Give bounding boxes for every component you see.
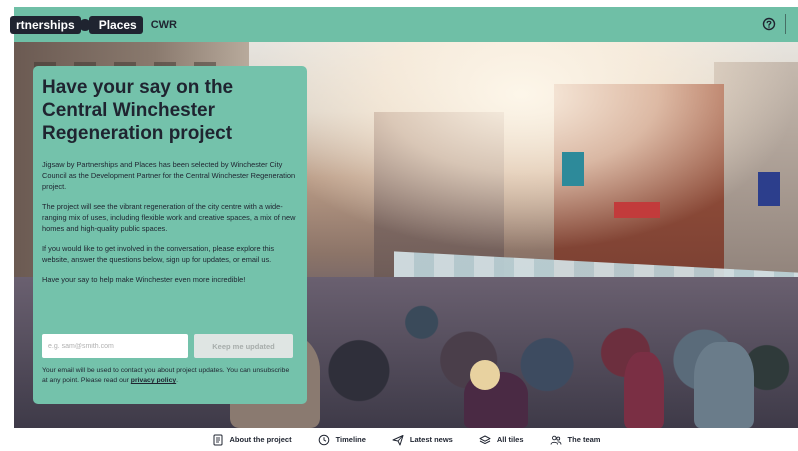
- nav-label: All tiles: [496, 435, 524, 444]
- help-circle-icon[interactable]: [762, 17, 776, 31]
- bottom-nav: About the project Timeline Latest news A…: [14, 428, 798, 451]
- layers-icon: [479, 435, 491, 444]
- privacy-notice: Your email will be used to contact you a…: [42, 366, 292, 386]
- logo-connector: [78, 18, 91, 31]
- nav-the-team[interactable]: The team: [550, 434, 601, 446]
- person: [624, 352, 664, 428]
- card-title: Have your say on the Central Winchester …: [42, 77, 234, 144]
- nav-label: The team: [567, 435, 601, 444]
- paper-plane-icon: [392, 434, 404, 445]
- person: [694, 342, 754, 428]
- nav-latest-news[interactable]: Latest news: [392, 434, 453, 446]
- nav-about-project[interactable]: About the project: [212, 434, 292, 446]
- shop-sign: [758, 172, 780, 206]
- nav-label: Latest news: [409, 435, 453, 444]
- nav-timeline[interactable]: Timeline: [318, 434, 366, 446]
- notice-end: .: [176, 377, 179, 384]
- person: [470, 360, 500, 390]
- logo-partnerships: rtnerships: [10, 15, 81, 34]
- logo-places: Places: [88, 15, 143, 34]
- nav-all-tiles[interactable]: All tiles: [479, 434, 524, 446]
- page: rtnerships Places CWR Have your say on t…: [0, 0, 798, 451]
- project-code: CWR: [150, 18, 178, 31]
- card-paragraph: Have your say to help make Winchester ev…: [42, 275, 246, 284]
- card-paragraph: The project will see the vibrant regener…: [42, 202, 296, 233]
- clock-icon: [318, 434, 329, 445]
- card-paragraph: If you would like to get involved in the…: [42, 244, 275, 264]
- nav-label: Timeline: [335, 435, 366, 444]
- shop-sign: [614, 202, 660, 218]
- header-bar: rtnerships Places CWR: [10, 7, 798, 42]
- sky-glow: [244, 42, 798, 252]
- email-field[interactable]: [42, 334, 188, 358]
- nav-label: About the project: [229, 435, 292, 444]
- brand-logo[interactable]: rtnerships Places: [10, 15, 143, 34]
- card-paragraph: Jigsaw by Partnerships and Places has be…: [42, 160, 296, 191]
- info-card: Have your say on the Central Winchester …: [33, 66, 307, 404]
- header-divider: [785, 14, 786, 34]
- signup-form: Keep me updated: [42, 334, 293, 358]
- keep-me-updated-button[interactable]: Keep me updated: [194, 334, 293, 358]
- document-icon: [213, 434, 223, 445]
- privacy-policy-link[interactable]: privacy policy: [131, 377, 176, 384]
- people-icon: [550, 435, 561, 445]
- shop-sign: [562, 152, 584, 186]
